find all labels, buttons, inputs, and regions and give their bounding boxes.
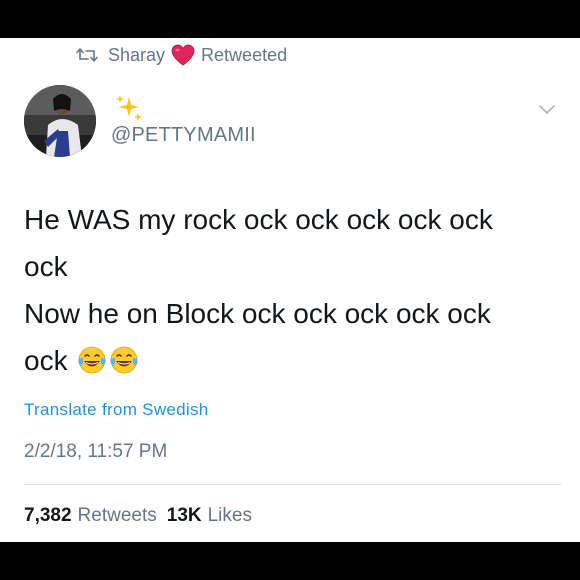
tweet-line: ock (24, 251, 68, 282)
face-with-tears-of-joy-icon (110, 346, 139, 374)
divider (24, 484, 562, 485)
tweet-line: Now he on Block ock ock ock ock ock (24, 298, 491, 329)
author-handle[interactable]: @PETTYMAMII (111, 124, 256, 147)
translate-link[interactable]: Translate from Swedish (24, 400, 209, 420)
tweet-timestamp[interactable]: 2/2/18, 11:57 PM (24, 441, 167, 463)
tweet-line-with-emoji: ock (24, 337, 554, 384)
face-with-tears-of-joy-icon (78, 346, 107, 374)
chevron-down-icon[interactable] (536, 98, 558, 120)
tweet-stats: 7,382 Retweets 13K Likes (24, 505, 262, 527)
retweets-stat[interactable]: 7,382 Retweets (24, 505, 157, 527)
retweeted-label: Retweeted (201, 44, 288, 65)
avatar[interactable] (24, 85, 96, 157)
retweets-count: 7,382 (24, 505, 72, 526)
retweet-icon (76, 48, 98, 62)
retweets-label: Retweets (77, 505, 157, 526)
likes-stat[interactable]: 13K Likes (167, 505, 252, 527)
retweeter-name[interactable]: Sharay (108, 45, 165, 66)
tweet-card: Sharay Retweeted @PETTYMAMII He WAS my r… (0, 38, 580, 542)
retweet-context: Sharay Retweeted (76, 43, 287, 67)
sparkles-icon (116, 95, 142, 121)
profile-photo (24, 85, 96, 157)
tweet-line: ock (24, 345, 68, 376)
red-heart-icon (171, 44, 195, 66)
likes-count: 13K (166, 505, 202, 526)
likes-label: Likes (207, 505, 252, 526)
tweet-line: He WAS my rock ock ock ock ock ock (24, 204, 493, 235)
tweet-text: He WAS my rock ock ock ock ock ock ock N… (24, 196, 554, 384)
